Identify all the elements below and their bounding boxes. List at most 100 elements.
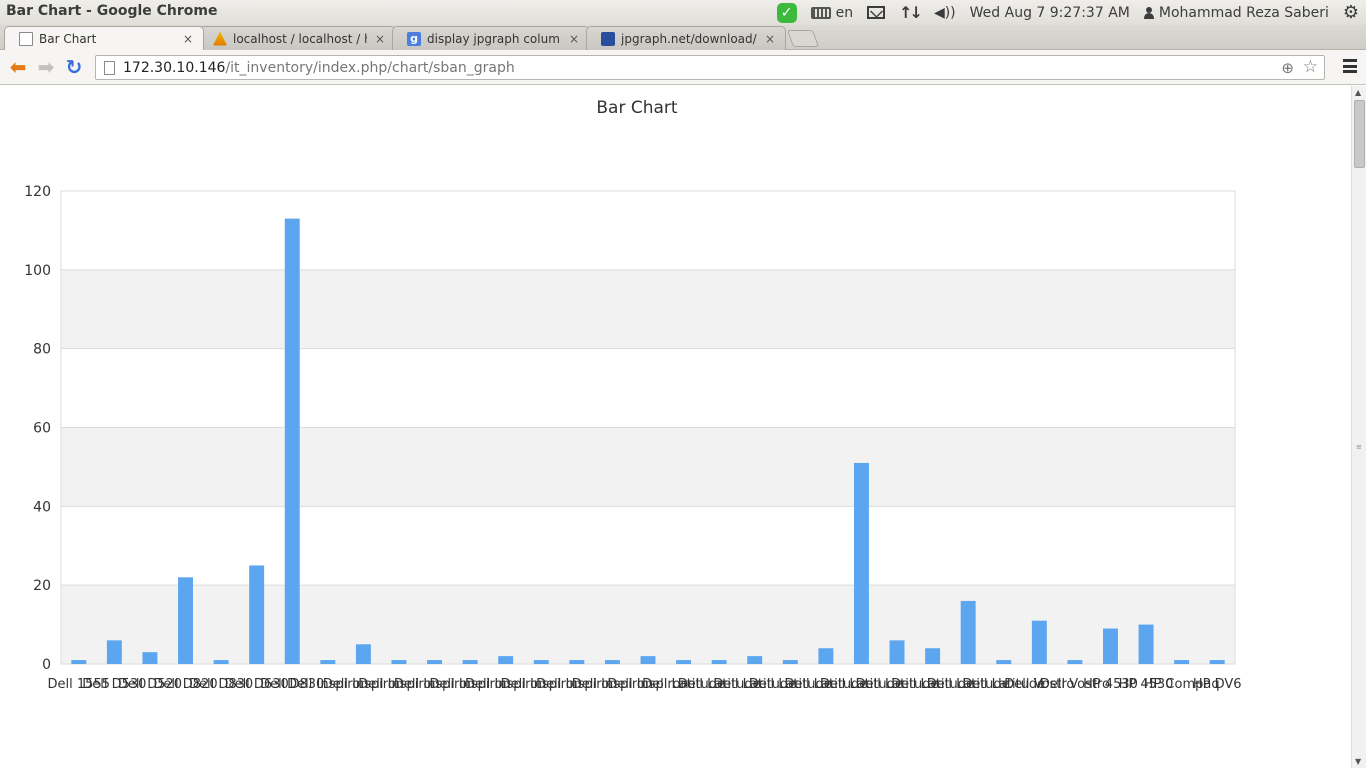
window-title: Bar Chart - Google Chrome [6, 3, 218, 19]
bar [1103, 628, 1118, 664]
chart-bands [61, 269, 1235, 664]
tab-jpgraph[interactable]: jpgraph.net/download/ma × [586, 26, 786, 50]
user-name: Mohammad Reza Saberi [1158, 4, 1329, 21]
bar [106, 640, 122, 664]
bar [427, 660, 443, 664]
bar [747, 656, 763, 664]
tab-strip: Bar Chart × localhost / localhost / hr /… [0, 25, 1366, 50]
phpmyadmin-icon [213, 31, 227, 46]
user-menu[interactable]: Mohammad Reza Saberi [1137, 0, 1336, 25]
close-icon[interactable]: × [763, 32, 777, 46]
bar [213, 660, 229, 664]
bar [462, 660, 478, 664]
gear-icon[interactable]: ⚙ [1336, 0, 1366, 25]
tab-google-search[interactable]: g display jpgraph column na × [392, 26, 590, 50]
bar [1209, 660, 1225, 664]
user-icon [1143, 6, 1154, 19]
bar [498, 656, 514, 664]
scroll-down-icon[interactable]: ▼ [1355, 757, 1361, 766]
bar [1067, 660, 1083, 664]
chrome-menu-icon[interactable] [1343, 59, 1357, 73]
scroll-grip-icon: ≡ [1356, 443, 1362, 451]
bar [640, 656, 656, 664]
y-tick-label: 60 [33, 421, 51, 437]
bar [889, 640, 905, 664]
bar [142, 652, 158, 664]
bar [178, 577, 193, 664]
close-icon[interactable]: × [181, 32, 195, 46]
bar [1138, 624, 1154, 664]
chart-band [61, 585, 1235, 664]
zoom-icon[interactable]: ⊕ [1281, 59, 1294, 77]
y-tick-label: 40 [33, 499, 51, 515]
indicator-area: ✓ en ↑↓ ◀)) Wed Aug 7 9:27:37 AM Mohamma… [770, 0, 1366, 25]
url-path: /it_inventory/index.php/chart/sban_graph [225, 59, 515, 76]
y-tick-label: 100 [24, 263, 51, 279]
bar [960, 600, 976, 664]
url-host: 172.30.10.146 [123, 59, 226, 76]
top-panel: Bar Chart - Google Chrome ✓ en ↑↓ ◀)) We… [0, 0, 1366, 25]
scroll-up-icon[interactable]: ▲ [1355, 88, 1361, 97]
keyboard-layout-label: en [835, 4, 854, 21]
tab-bar-chart[interactable]: Bar Chart × [4, 26, 204, 50]
bar [569, 660, 585, 664]
browser-toolbar: ⬅ ➡ ↻ 172.30.10.146/it_inventory/index.p… [0, 50, 1366, 85]
y-tick-label: 80 [33, 342, 51, 358]
page-content: Bar Chart 0 20 40 60 80 100 120 Dell 1555 Dell … [0, 86, 1351, 768]
page-icon [19, 31, 33, 46]
bar [320, 660, 336, 664]
bar [284, 218, 300, 664]
network-icon[interactable]: ↑↓ [892, 0, 927, 25]
scroll-thumb[interactable] [1354, 100, 1365, 168]
bar [71, 660, 87, 664]
bookmark-star-icon[interactable]: ☆ [1303, 57, 1318, 77]
google-icon: g [407, 31, 421, 46]
tab-label: display jpgraph column na [427, 31, 561, 46]
tab-label: Bar Chart [39, 31, 97, 46]
bar [1174, 660, 1190, 664]
chart-band [61, 427, 1235, 507]
new-tab-button[interactable] [786, 30, 820, 47]
tab-phpmyadmin[interactable]: localhost / localhost / hr / × [198, 26, 396, 50]
close-icon[interactable]: × [567, 32, 581, 46]
y-tick-label: 0 [42, 657, 51, 673]
jpgraph-icon [601, 31, 615, 46]
bar [711, 660, 727, 664]
reload-icon[interactable]: ↻ [62, 56, 86, 78]
bar [533, 660, 549, 664]
back-arrow-icon[interactable]: ⬅ [6, 56, 30, 78]
y-tick-label: 120 [24, 184, 51, 200]
address-bar[interactable]: 172.30.10.146/it_inventory/index.php/cha… [95, 55, 1325, 80]
keyboard-layout-indicator[interactable]: en [804, 0, 861, 25]
bar [925, 648, 941, 664]
mail-icon[interactable] [860, 0, 892, 25]
bar [853, 462, 869, 664]
x-axis-labels: Dell 1555Dell D530Dell D520Dell D820Dell… [48, 677, 1242, 692]
check-shield-icon[interactable]: ✓ [770, 0, 804, 25]
bar [996, 660, 1012, 664]
bar [782, 660, 798, 664]
url-text[interactable]: 172.30.10.146/it_inventory/index.php/cha… [123, 60, 515, 76]
chart-title: Bar Chart [596, 98, 678, 118]
bar [604, 660, 620, 664]
bar [355, 644, 371, 664]
bar [1031, 620, 1047, 664]
bar [249, 565, 265, 664]
keyboard-icon [810, 6, 831, 19]
page-icon [104, 60, 115, 75]
bar [391, 660, 407, 664]
clock[interactable]: Wed Aug 7 9:27:37 AM [963, 0, 1137, 25]
volume-icon[interactable]: ◀)) [927, 0, 963, 25]
close-icon[interactable]: × [373, 32, 387, 46]
bar-chart: Bar Chart 0 20 40 60 80 100 120 Dell 1555Dell … [24, 98, 1242, 692]
tab-label: localhost / localhost / hr / [233, 31, 367, 46]
y-axis-ticks: 0 20 40 60 80 100 120 [24, 184, 51, 673]
bar [818, 648, 834, 664]
y-tick-label: 20 [33, 578, 51, 594]
chart-band [61, 269, 1235, 349]
tab-label: jpgraph.net/download/ma [621, 31, 757, 46]
x-tick-label: HP DV6 [1193, 677, 1242, 692]
vertical-scrollbar[interactable]: ▲ ≡ ▼ [1351, 86, 1366, 768]
bar [676, 660, 692, 664]
forward-arrow-icon[interactable]: ➡ [34, 56, 58, 78]
